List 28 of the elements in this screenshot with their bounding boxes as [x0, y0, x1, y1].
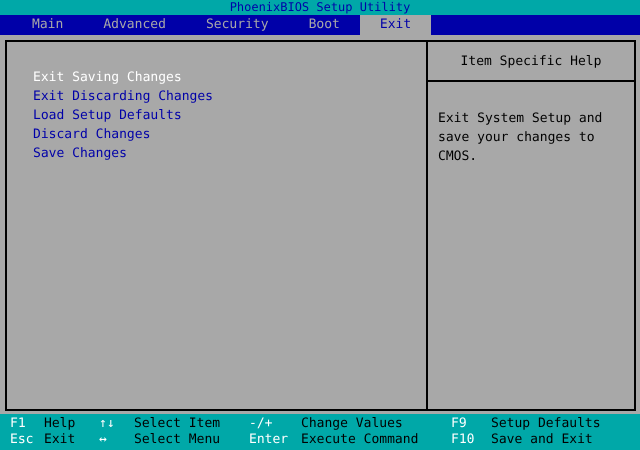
- help-title: Item Specific Help: [460, 54, 602, 68]
- key-action: Exit: [44, 432, 76, 448]
- key-label: F10: [451, 432, 476, 448]
- menu-tab[interactable]: Security: [186, 15, 289, 35]
- key-action: Change Values: [301, 416, 404, 432]
- key-action: Help: [44, 416, 76, 432]
- key-label: F9: [451, 416, 468, 432]
- key-label: -/+: [249, 416, 274, 432]
- menu-item[interactable]: Save Changes: [33, 144, 127, 163]
- help-text: Exit System Setup and save your changes to CMOS.: [437, 110, 604, 166]
- menu-tab[interactable]: Main: [12, 15, 84, 35]
- key-label: ↔: [99, 432, 108, 448]
- key-label: Esc: [10, 432, 34, 448]
- menu-item[interactable]: Exit Discarding Changes: [33, 87, 214, 106]
- window-title: PhoenixBIOS Setup Utility: [0, 0, 640, 15]
- key-label: F1: [10, 416, 27, 432]
- key-action: Select Item: [134, 416, 222, 432]
- menu-tab[interactable]: Advanced: [83, 15, 186, 35]
- menu-item[interactable]: Load Setup Defaults: [33, 106, 182, 125]
- menu-tab[interactable]: Boot: [288, 15, 360, 35]
- key-label: Enter: [249, 432, 290, 448]
- key-label: ↑↓: [99, 416, 116, 432]
- key-action: Setup Defaults: [491, 416, 602, 432]
- menu-tab[interactable]: Exit: [360, 15, 432, 35]
- menu-item[interactable]: Discard Changes: [33, 125, 150, 144]
- key-action: Save and Exit: [491, 432, 594, 448]
- key-action: Select Menu: [134, 432, 222, 448]
- key-action: Execute Command: [301, 432, 420, 448]
